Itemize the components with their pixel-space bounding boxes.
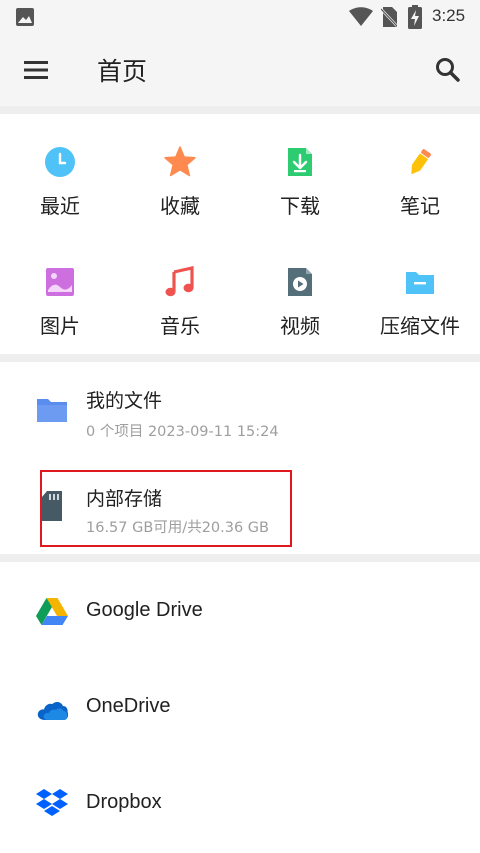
music-icon bbox=[165, 266, 194, 297]
shortcut-grid: 最近 收藏 下载 笔记 图片 音乐 视频 压缩文件 bbox=[0, 114, 480, 354]
shortcut-label: 下载 bbox=[280, 194, 320, 218]
folder-icon bbox=[37, 399, 67, 422]
shortcut-label: 压缩文件 bbox=[380, 314, 460, 338]
location-subtitle: 16.57 GB可用/共20.36 GB bbox=[86, 520, 269, 536]
pencil-icon bbox=[411, 149, 431, 175]
google-drive-icon bbox=[36, 598, 68, 625]
menu-button[interactable] bbox=[18, 52, 58, 88]
onedrive-icon bbox=[37, 701, 68, 720]
location-internal-storage[interactable]: 内部存储 16.57 GB可用/共20.36 GB bbox=[0, 462, 480, 554]
menu-icon bbox=[24, 61, 48, 79]
shortcut-downloads[interactable]: 下载 bbox=[240, 114, 360, 234]
star-icon bbox=[164, 146, 196, 177]
cloud-onedrive[interactable]: OneDrive bbox=[0, 658, 480, 754]
image-icon bbox=[16, 8, 34, 26]
shortcut-notes[interactable]: 笔记 bbox=[360, 114, 480, 234]
cloud-title: OneDrive bbox=[86, 695, 171, 717]
section-divider bbox=[0, 354, 480, 362]
status-time: 3:25 bbox=[432, 6, 466, 25]
page-title: 首页 bbox=[97, 57, 148, 86]
shortcut-label: 最近 bbox=[40, 194, 80, 218]
shortcut-label: 图片 bbox=[40, 314, 80, 338]
status-bar: 3:25 bbox=[0, 0, 480, 34]
shortcut-pictures[interactable]: 图片 bbox=[0, 234, 120, 354]
wifi-icon bbox=[349, 7, 373, 26]
location-my-files[interactable]: 我的文件 0 个项目 2023-09-11 15:24 bbox=[0, 362, 480, 454]
shortcut-label: 收藏 bbox=[160, 194, 200, 218]
cloud-title: Dropbox bbox=[86, 791, 162, 813]
shortcut-videos[interactable]: 视频 bbox=[240, 234, 360, 354]
download-icon bbox=[288, 148, 312, 176]
location-title: 内部存储 bbox=[86, 488, 163, 510]
zip-folder-icon bbox=[406, 272, 434, 294]
shortcut-music[interactable]: 音乐 bbox=[120, 234, 240, 354]
sd-card-icon bbox=[42, 491, 62, 521]
cloud-dropbox[interactable]: Dropbox bbox=[0, 754, 480, 850]
section-divider bbox=[0, 554, 480, 562]
search-icon bbox=[436, 58, 460, 82]
battery-charging-icon bbox=[408, 5, 422, 29]
shortcut-archives[interactable]: 压缩文件 bbox=[360, 234, 480, 354]
video-icon bbox=[288, 268, 312, 296]
no-sim-icon bbox=[381, 7, 397, 27]
location-subtitle: 0 个项目 2023-09-11 15:24 bbox=[86, 424, 279, 440]
dropbox-icon bbox=[36, 789, 68, 816]
clock-icon bbox=[45, 147, 75, 177]
location-title: 我的文件 bbox=[86, 390, 163, 412]
shortcut-label: 笔记 bbox=[400, 194, 440, 218]
cloud-google-drive[interactable]: Google Drive bbox=[0, 562, 480, 658]
shortcut-favorites[interactable]: 收藏 bbox=[120, 114, 240, 234]
search-button[interactable] bbox=[430, 52, 466, 88]
picture-icon bbox=[46, 268, 74, 296]
cloud-title: Google Drive bbox=[86, 599, 203, 621]
section-divider bbox=[0, 106, 480, 114]
shortcut-label: 音乐 bbox=[160, 314, 200, 338]
shortcut-recent[interactable]: 最近 bbox=[0, 114, 120, 234]
shortcut-label: 视频 bbox=[280, 314, 320, 338]
app-bar: 首页 bbox=[0, 34, 480, 106]
